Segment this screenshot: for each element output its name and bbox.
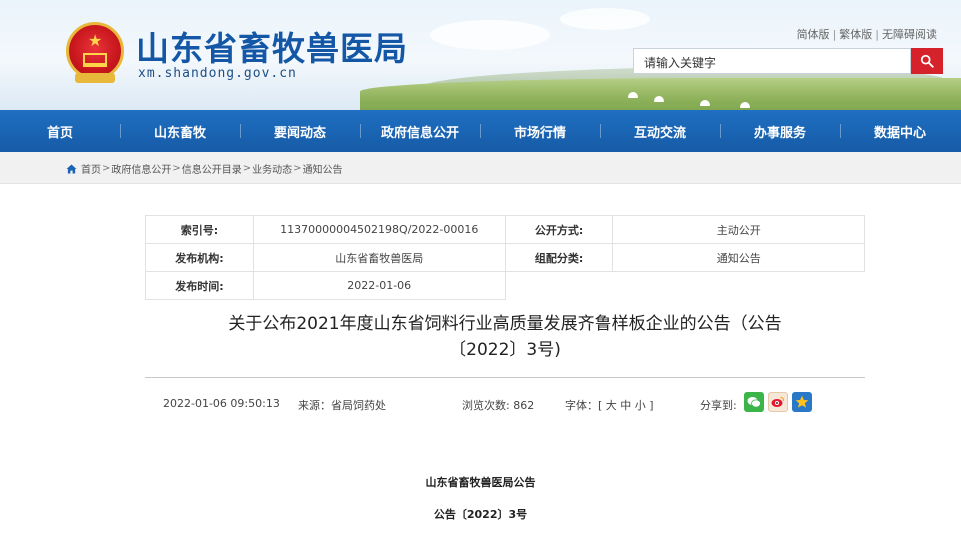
banner-yurt: [700, 100, 710, 106]
nav-market[interactable]: 市场行情: [480, 110, 600, 152]
font-medium-button[interactable]: 中: [620, 399, 631, 412]
article-title: 关于公布2021年度山东省饲料行业高质量发展齐鲁样板企业的公告（公告 〔2022…: [228, 314, 782, 360]
font-small-button[interactable]: 小: [635, 399, 646, 412]
breadcrumb-catalog[interactable]: 信息公开目录: [182, 161, 242, 176]
share-label: 分享到:: [700, 399, 737, 412]
nav-home[interactable]: 首页: [0, 110, 120, 152]
language-links: 简体版 | 繁体版 | 无障碍阅读: [796, 28, 937, 41]
meta-label: 公开方式:: [504, 215, 614, 244]
document-meta-table: 索引号: 11370000004502198Q/2022-00016 公开方式:…: [145, 215, 865, 300]
qzone-share-icon[interactable]: [792, 392, 812, 412]
site-header: ★ 山东省畜牧兽医局 xm.shandong.gov.cn 简体版 | 繁体版 | 无障…: [0, 0, 961, 110]
nav-news[interactable]: 要闻动态: [240, 110, 360, 152]
search-icon: [920, 54, 934, 68]
search-button[interactable]: [911, 48, 943, 74]
meta-label: 发布机构:: [145, 243, 254, 272]
meta-label: 索引号:: [145, 215, 254, 244]
link-accessible[interactable]: 无障碍阅读: [882, 28, 937, 41]
nav-shandong-livestock[interactable]: 山东畜牧: [120, 110, 240, 152]
body-announcement-number: 公告〔2022〕3号: [433, 508, 528, 521]
banner-yurt: [628, 92, 638, 98]
link-simplified[interactable]: 简体版: [797, 28, 830, 41]
nav-interaction[interactable]: 互动交流: [600, 110, 720, 152]
wechat-share-icon[interactable]: [744, 392, 764, 412]
font-size-controls: 字体：[ 大 中 小 ]: [565, 399, 654, 412]
breadcrumb-notices[interactable]: 通知公告: [303, 161, 343, 176]
body-heading: 山东省畜牧兽医局公告: [425, 476, 536, 489]
breadcrumb-gov-info[interactable]: 政府信息公开: [111, 161, 171, 176]
banner-cloud: [430, 20, 550, 50]
view-count: 浏览次数: 862: [462, 399, 535, 412]
meta-value: 通知公告: [612, 243, 865, 272]
nav-gov-info[interactable]: 政府信息公开: [360, 110, 480, 152]
banner-grassland: [360, 78, 961, 110]
publish-datetime: 2022-01-06 09:50:13: [163, 397, 280, 410]
banner-yurt: [740, 102, 750, 108]
article-source: 来源：省局饲药处: [298, 399, 386, 412]
table-row: 发布机构: 山东省畜牧兽医局 组配分类: 通知公告: [145, 243, 865, 272]
meta-value: 2022-01-06: [252, 271, 506, 300]
meta-value: 主动公开: [612, 215, 865, 244]
national-emblem-icon: ★: [66, 22, 124, 83]
breadcrumb-bar: 首页 > 政府信息公开 > 信息公开目录 > 业务动态 > 通知公告: [0, 152, 961, 184]
search-input[interactable]: 请输入关键字: [633, 48, 911, 74]
meta-label: 发布时间:: [145, 271, 254, 300]
weibo-share-icon[interactable]: [768, 392, 788, 412]
main-nav: 首页 山东畜牧 要闻动态 政府信息公开 市场行情 互动交流 办事服务 数据中心: [0, 110, 961, 152]
breadcrumb-home[interactable]: 首页: [81, 161, 101, 176]
meta-value: 山东省畜牧兽医局: [252, 243, 506, 272]
view-count-value: 862: [513, 399, 535, 412]
banner-cloud: [560, 8, 650, 30]
site-title[interactable]: 山东省畜牧兽医局: [136, 22, 408, 70]
breadcrumb: 首页 > 政府信息公开 > 信息公开目录 > 业务动态 > 通知公告: [66, 161, 343, 176]
link-traditional[interactable]: 繁体版: [839, 28, 872, 41]
home-icon: [66, 163, 77, 174]
breadcrumb-business[interactable]: 业务动态: [252, 161, 292, 176]
title-divider: [145, 377, 865, 378]
meta-label: 组配分类:: [504, 243, 614, 272]
meta-value: 11370000004502198Q/2022-00016: [252, 215, 506, 244]
table-row: 发布时间: 2022-01-06: [145, 271, 865, 300]
table-row: 索引号: 11370000004502198Q/2022-00016 公开方式:…: [145, 215, 865, 244]
nav-services[interactable]: 办事服务: [720, 110, 840, 152]
banner-yurt: [654, 96, 664, 102]
site-domain: xm.shandong.gov.cn: [138, 66, 297, 81]
nav-data-center[interactable]: 数据中心: [840, 110, 960, 152]
share-icons: [744, 392, 812, 412]
font-large-button[interactable]: 大: [606, 399, 617, 412]
